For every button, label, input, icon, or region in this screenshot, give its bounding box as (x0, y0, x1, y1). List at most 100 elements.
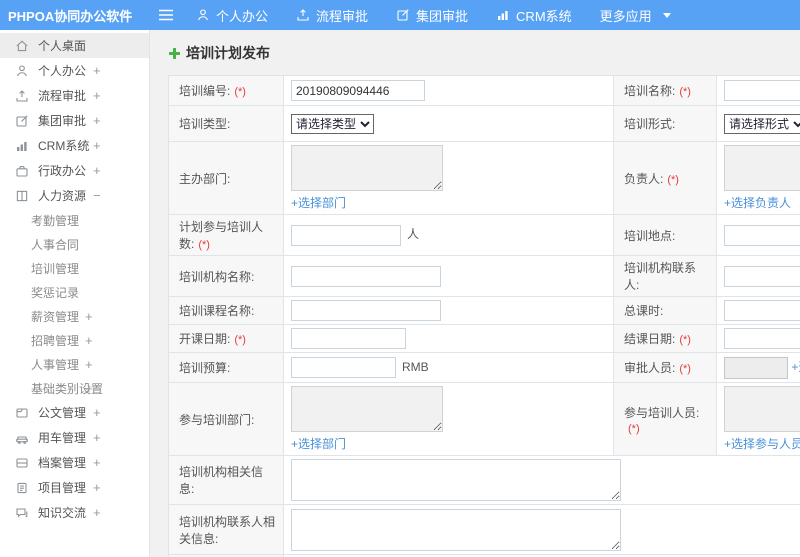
host-dept-textarea[interactable] (291, 145, 443, 191)
org-contact-label: 培训机构联系人: (613, 255, 717, 297)
select-leader-link[interactable]: +选择负责人 (724, 194, 791, 211)
org-name-input[interactable] (291, 265, 441, 287)
approver-label: 审批人员: (*) (613, 352, 717, 383)
org-contact-input[interactable] (724, 265, 800, 287)
upload-flow-icon (15, 89, 29, 103)
plan-count-label: 计划参与培训人数: (*) (168, 214, 284, 256)
briefcase-icon (15, 164, 29, 178)
expand-toggle[interactable]: + (93, 113, 101, 128)
sidebar-item-documents[interactable]: 公文管理 + (0, 400, 149, 425)
sidebar-subitem-recruit[interactable]: 招聘管理 + (0, 328, 149, 352)
expand-toggle[interactable]: + (93, 430, 101, 445)
sidebar-item-archive[interactable]: 档案管理 + (0, 450, 149, 475)
org-contact-info-textarea[interactable] (291, 508, 621, 551)
sidebar-item-personal-office[interactable]: 个人办公 + (0, 58, 149, 83)
budget-input[interactable] (291, 357, 396, 378)
sidebar-item-project[interactable]: 项目管理 + (0, 475, 149, 500)
expand-toggle[interactable]: + (85, 309, 93, 324)
user-icon (15, 64, 29, 78)
training-form-select[interactable]: 请选择形式 (724, 113, 800, 134)
total-hours-label: 总课时: (613, 296, 717, 325)
sidebar-item-flow-approval[interactable]: 流程审批 + (0, 83, 149, 108)
top-menu-personal-office[interactable]: 个人办公 (196, 6, 268, 25)
location-input[interactable] (724, 224, 800, 246)
expand-toggle[interactable]: + (85, 357, 93, 372)
total-hours-input[interactable] (724, 300, 800, 321)
hamburger-menu-icon[interactable] (158, 8, 174, 22)
expand-toggle[interactable]: + (85, 381, 93, 396)
budget-label: 培训预算: (168, 352, 284, 383)
count-unit: 人 (407, 227, 420, 242)
training-no-input[interactable] (291, 80, 425, 101)
course-name-input[interactable] (291, 300, 441, 321)
expand-toggle[interactable]: + (93, 405, 101, 420)
project-file-icon (15, 481, 29, 495)
join-dept-textarea[interactable] (291, 386, 443, 432)
chevron-down-icon (662, 12, 671, 18)
sidebar-subitem-rewards[interactable]: 奖惩记录 (0, 280, 149, 304)
sidebar-item-admin-office[interactable]: 行政办公 + (0, 158, 149, 183)
expand-toggle[interactable]: + (93, 63, 101, 78)
sidebar-subitem-base-category[interactable]: 基础类别设置 + (0, 376, 149, 400)
user-icon (196, 8, 210, 22)
training-no-label: 培训编号: (*) (168, 75, 284, 106)
top-menu-crm[interactable]: CRM系统 (496, 6, 572, 25)
org-info-textarea[interactable] (291, 459, 621, 501)
sidebar-item-group-approval[interactable]: 集团审批 + (0, 108, 149, 133)
book-icon (15, 189, 29, 203)
training-type-select[interactable]: 请选择类型 (291, 113, 374, 134)
page-title: 培训计划发布 (168, 43, 800, 63)
sidebar-subitem-attendance[interactable]: 考勤管理 (0, 208, 149, 232)
sidebar-item-vehicle[interactable]: 用车管理 + (0, 425, 149, 450)
plan-count-input[interactable] (291, 224, 401, 246)
sidebar-item-knowledge[interactable]: 知识交流 + (0, 500, 149, 525)
select-dept-link[interactable]: +选择部门 (291, 194, 346, 211)
expand-toggle[interactable]: + (93, 163, 101, 178)
edit-icon (396, 8, 410, 22)
org-contact-info-label: 培训机构联系人相关信息: (168, 504, 284, 555)
top-header: PHPOA协同办公软件 个人办公 流程审批 集团审批 CRM系统 更多应用 (0, 0, 800, 30)
start-date-input[interactable] (291, 328, 406, 349)
expand-toggle[interactable]: + (93, 88, 101, 103)
end-date-label: 结课日期: (*) (613, 324, 717, 353)
sidebar-subitem-personnel[interactable]: 人事管理 + (0, 352, 149, 376)
leader-textarea[interactable] (724, 145, 800, 191)
sidebar-subitem-salary[interactable]: 薪资管理 + (0, 304, 149, 328)
host-dept-label: 主办部门: (168, 141, 284, 215)
sidebar-hr-submenu: 考勤管理 人事合同 培训管理 奖惩记录 薪资管理 + 招聘管理 + 人事管理 + (0, 208, 149, 400)
training-name-input[interactable] (724, 80, 800, 101)
bar-chart-icon (496, 8, 510, 22)
upload-flow-icon (296, 8, 310, 22)
expand-toggle[interactable]: + (93, 480, 101, 495)
select-join-dept-link[interactable]: +选择部门 (291, 435, 346, 452)
training-type-label: 培训类型: (168, 105, 284, 142)
leader-label: 负责人: (*) (613, 141, 717, 215)
edit-icon (15, 114, 29, 128)
expand-toggle[interactable]: + (93, 138, 101, 153)
main-content: 培训计划发布 培训编号:(*) 培训名称:(*) 培训类型: 请选择类型 培训形… (150, 30, 800, 557)
chat-icon (15, 506, 29, 520)
sidebar-subitem-hr-contract[interactable]: 人事合同 (0, 232, 149, 256)
expand-toggle[interactable]: + (85, 333, 93, 348)
sidebar-subitem-training[interactable]: 培训管理 (0, 256, 149, 280)
car-icon (15, 431, 29, 445)
approver-box[interactable] (724, 356, 788, 379)
top-menu-group-approval[interactable]: 集团审批 (396, 6, 468, 25)
start-date-label: 开课日期: (*) (168, 324, 284, 353)
add-plus-icon (168, 47, 181, 60)
sidebar-item-hr[interactable]: 人力资源 − (0, 183, 149, 208)
end-date-input[interactable] (724, 328, 800, 349)
join-people-textarea[interactable] (724, 386, 800, 432)
select-join-people-link[interactable]: +选择参与人员 (724, 435, 800, 452)
sidebar-nav: 个人桌面 个人办公 + 流程审批 + 集团审批 + CRM系统 + 行政办公 +… (0, 30, 150, 557)
collapse-toggle[interactable]: − (93, 188, 101, 203)
top-menu-flow-approval[interactable]: 流程审批 (296, 6, 368, 25)
sidebar-item-crm[interactable]: CRM系统 + (0, 133, 149, 158)
org-name-label: 培训机构名称: (168, 255, 284, 297)
expand-toggle[interactable]: + (93, 455, 101, 470)
join-people-label: 参与培训人员:(*) (613, 382, 717, 456)
sidebar-item-desktop[interactable]: 个人桌面 (0, 33, 149, 58)
select-approver-link[interactable]: +选择审批人员 (791, 360, 800, 374)
top-menu-more-apps[interactable]: 更多应用 (600, 6, 671, 25)
expand-toggle[interactable]: + (93, 505, 101, 520)
